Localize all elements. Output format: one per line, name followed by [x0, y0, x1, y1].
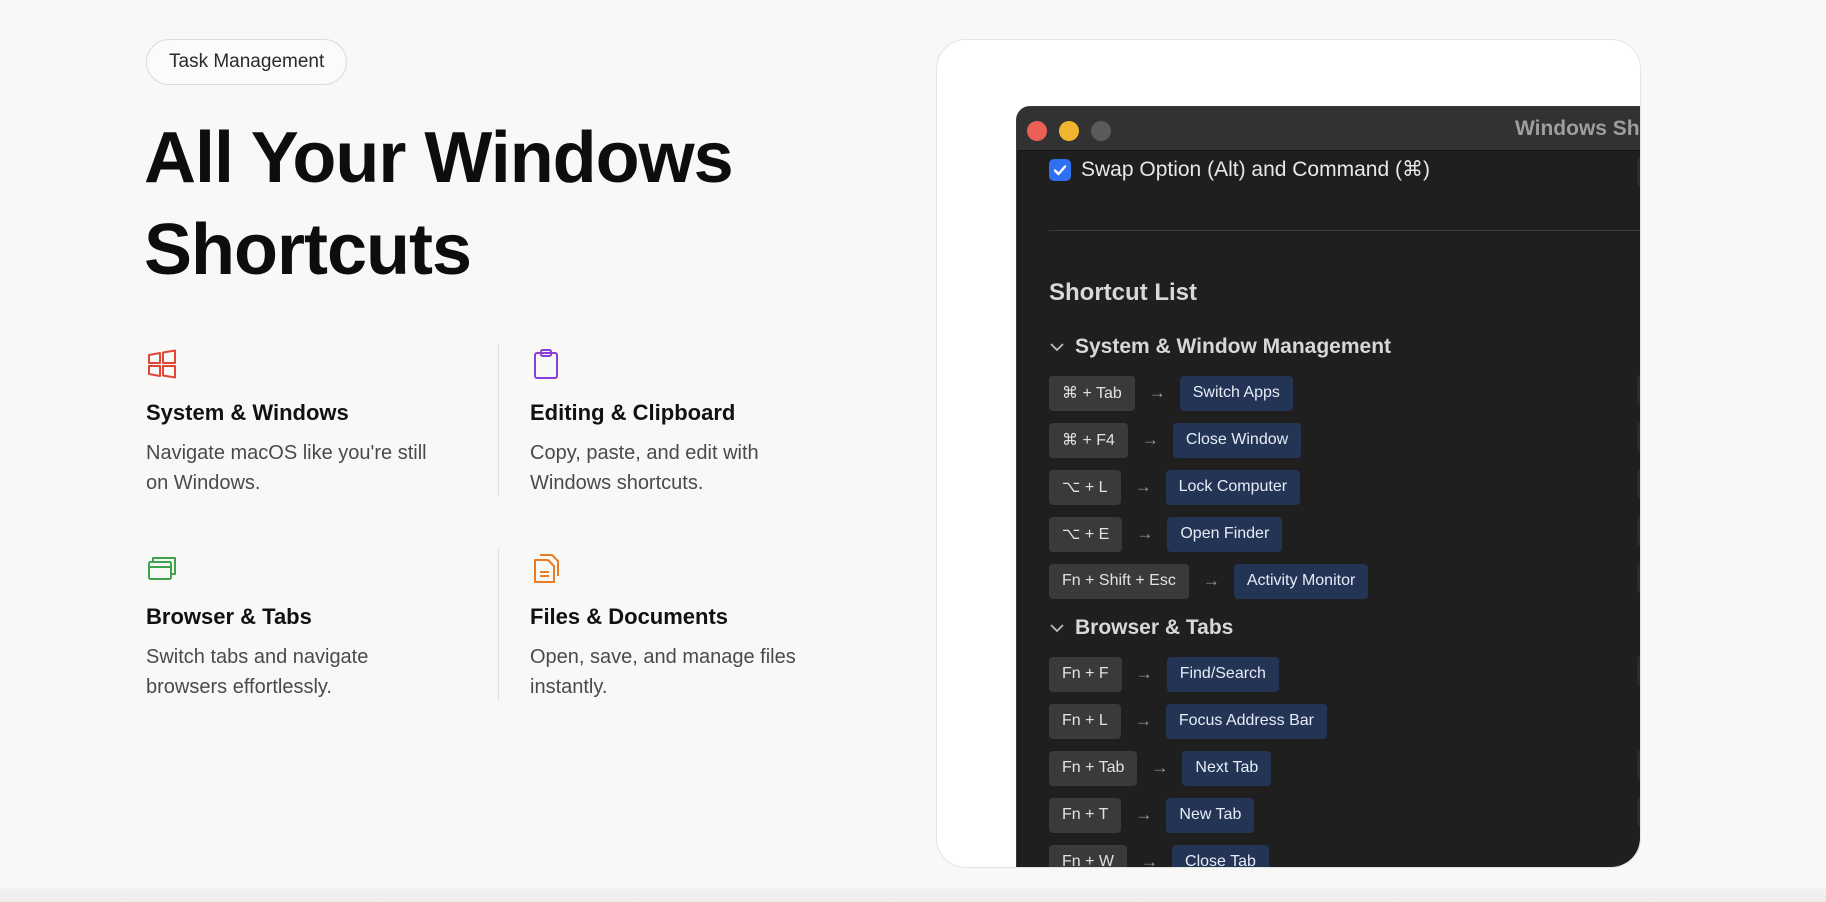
clipped-control	[1637, 656, 1640, 686]
feature-divider	[498, 549, 499, 701]
shortcut-action[interactable]: Activity Monitor	[1233, 563, 1369, 599]
shortcut-row: ⌥ + E → Open Finder	[1049, 516, 1283, 552]
feature-system-windows: System & Windows Navigate macOS like you…	[146, 348, 486, 498]
shortcut-keys[interactable]: Fn + Shift + Esc	[1049, 563, 1189, 599]
shortcut-row: Fn + L → Focus Address Bar	[1049, 703, 1327, 739]
shortcut-row: Fn + Shift + Esc → Activity Monitor	[1049, 563, 1369, 599]
shortcut-action[interactable]: Switch Apps	[1179, 375, 1293, 411]
clipboard-icon	[534, 349, 558, 379]
feature-description: Switch tabs and navigate browsers effort…	[146, 646, 369, 698]
window-close-button[interactable]	[1027, 121, 1047, 141]
shortcut-keys[interactable]: ⌥ + E	[1049, 516, 1123, 552]
feature-title: Browser & Tabs	[146, 604, 312, 629]
clipped-control	[1637, 469, 1640, 499]
shortcut-keys[interactable]: Fn + W	[1049, 844, 1128, 867]
window-titlebar: Windows Sh	[1017, 107, 1640, 151]
shortcut-action[interactable]: Find/Search	[1166, 656, 1279, 692]
windows-icon	[148, 349, 176, 379]
shortcut-keys[interactable]: ⌘ + F4	[1049, 422, 1128, 458]
swap-option-checkbox[interactable]	[1049, 158, 1071, 181]
arrow-icon: →	[1135, 805, 1153, 824]
shortcut-row: Fn + Tab → Next Tab	[1049, 750, 1272, 786]
browser-tabs-icon	[148, 557, 176, 580]
section-name: System & Window Management	[1075, 335, 1392, 358]
arrow-icon: →	[1136, 524, 1154, 543]
swap-option-toggle[interactable]: Swap Option (Alt) and Command (⌘)	[1049, 157, 1430, 182]
clipped-control	[1637, 563, 1640, 593]
arrow-icon: →	[1141, 430, 1159, 449]
feature-title: Editing & Clipboard	[530, 400, 736, 425]
swap-option-label: Swap Option (Alt) and Command (⌘)	[1081, 158, 1430, 181]
feature-files-documents: Files & Documents Open, save, and manage…	[530, 552, 870, 702]
clipped-control	[1637, 157, 1640, 187]
section-separator	[1049, 230, 1640, 231]
shortcut-keys[interactable]: ⌥ + L	[1049, 469, 1121, 505]
shortcut-action[interactable]: Close Tab	[1172, 844, 1269, 867]
shortcut-keys[interactable]: ⌘ + Tab	[1049, 375, 1135, 411]
feature-editing-clipboard: Editing & Clipboard Copy, paste, and edi…	[530, 348, 870, 498]
clipped-control	[1637, 750, 1640, 780]
page-bottom-edge	[0, 888, 1826, 902]
shortcut-action[interactable]: Open Finder	[1167, 516, 1283, 552]
section-name: Browser & Tabs	[1075, 616, 1234, 639]
checkmark-icon	[1053, 164, 1067, 175]
shortcut-keys[interactable]: Fn + F	[1049, 656, 1122, 692]
window-title: Windows Sh	[1515, 117, 1640, 140]
clipped-control	[1637, 375, 1640, 405]
arrow-icon: →	[1202, 571, 1220, 590]
feature-description: Open, save, and manage files instantly.	[530, 646, 796, 698]
clipped-control	[1637, 422, 1640, 452]
arrow-icon: →	[1134, 477, 1152, 496]
shortcut-row: Fn + T → New Tab	[1049, 797, 1255, 833]
shortcut-list-title: Shortcut List	[1049, 279, 1197, 306]
clipped-control	[1637, 516, 1640, 546]
shortcut-keys[interactable]: Fn + T	[1049, 797, 1122, 833]
shortcut-row: ⌘ + F4 → Close Window	[1049, 422, 1302, 458]
arrow-icon: →	[1134, 711, 1152, 730]
section-header-system-window-management[interactable]: System & Window Management	[1049, 335, 1391, 359]
app-preview-panel: Windows Sh Swap Option (Alt) and Command…	[936, 39, 1641, 868]
hero-title-line-1: All Your Windows	[144, 118, 734, 198]
feature-title: Files & Documents	[530, 604, 729, 629]
arrow-icon: →	[1135, 664, 1153, 683]
shortcut-row: Fn + W → Close Tab	[1049, 844, 1269, 868]
category-badge: Task Management	[146, 39, 348, 85]
chevron-down-icon	[1050, 343, 1064, 352]
feature-description: Copy, paste, and edit with Windows short…	[530, 442, 759, 494]
app-window: Windows Sh Swap Option (Alt) and Command…	[1016, 106, 1640, 868]
window-maximize-button[interactable]	[1091, 121, 1111, 141]
hero-title-line-2: Shortcuts	[144, 210, 472, 290]
shortcut-action[interactable]: Close Window	[1172, 422, 1302, 458]
window-minimize-button[interactable]	[1059, 121, 1079, 141]
feature-title: System & Windows	[146, 400, 349, 425]
arrow-icon: →	[1148, 383, 1166, 402]
feature-description: Navigate macOS like you're still on Wind…	[146, 442, 427, 494]
chevron-down-icon	[1050, 624, 1064, 633]
files-icon	[534, 554, 559, 583]
arrow-icon: →	[1151, 758, 1169, 777]
shortcut-action[interactable]: Next Tab	[1182, 750, 1272, 786]
shortcut-action[interactable]: Lock Computer	[1165, 469, 1301, 505]
shortcut-action[interactable]: Focus Address Bar	[1165, 703, 1327, 739]
section-header-browser-tabs[interactable]: Browser & Tabs	[1049, 616, 1233, 640]
shortcut-row: ⌘ + Tab → Switch Apps	[1049, 375, 1293, 411]
shortcut-keys[interactable]: Fn + Tab	[1049, 750, 1138, 786]
shortcut-row: ⌥ + L → Lock Computer	[1049, 469, 1301, 505]
shortcut-keys[interactable]: Fn + L	[1049, 703, 1121, 739]
feature-divider	[498, 344, 499, 496]
shortcut-action[interactable]: New Tab	[1166, 797, 1255, 833]
shortcut-row: Fn + F → Find/Search	[1049, 656, 1279, 692]
hero-title: All Your Windows Shortcuts	[144, 112, 844, 296]
clipped-control	[1637, 797, 1640, 827]
arrow-icon: →	[1141, 852, 1159, 868]
feature-browser-tabs: Browser & Tabs Switch tabs and navigate …	[146, 552, 486, 702]
